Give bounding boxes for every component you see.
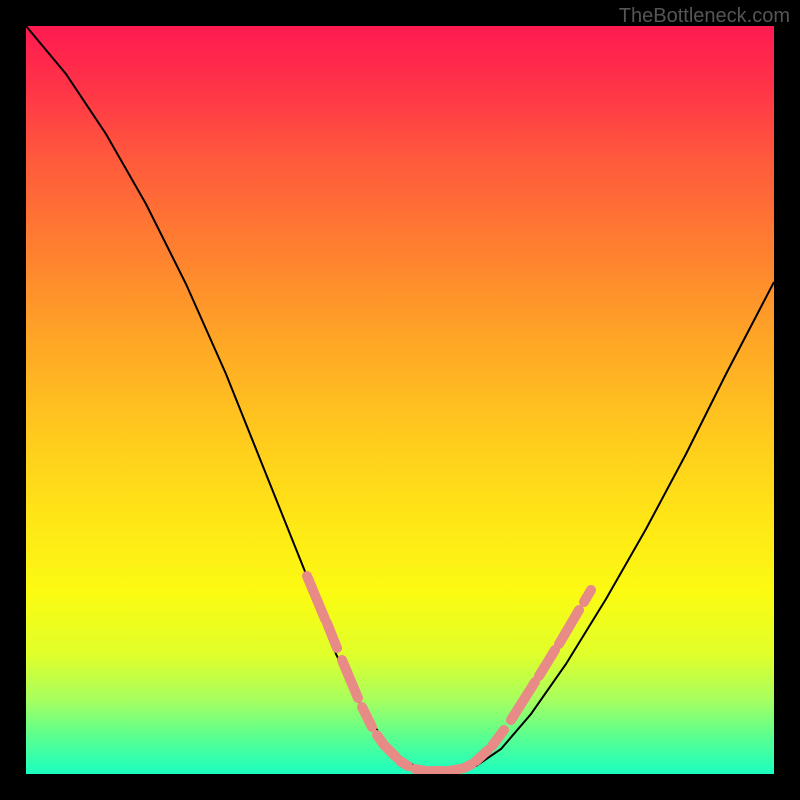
highlight-segment-3 [362,707,372,727]
curve-left-curve [26,26,436,774]
highlight-segment-5 [386,747,396,757]
highlight-segment-2 [342,660,358,698]
curve-right-curve [436,282,774,774]
highlight-segment-9 [448,769,460,771]
highlight-segment-7 [415,769,426,771]
highlight-segment-1 [327,623,337,648]
highlight-segment-0 [307,576,325,619]
highlight-segment-12 [492,730,504,746]
highlight-segment-14 [539,650,555,676]
chart-area [26,26,774,774]
highlight-segment-16 [584,590,591,602]
watermark-text: TheBottleneck.com [619,5,790,28]
highlight-segment-15 [559,610,579,644]
curve-svg [26,26,774,774]
highlight-segment-6 [400,761,408,766]
highlight-segment-10 [464,764,472,768]
